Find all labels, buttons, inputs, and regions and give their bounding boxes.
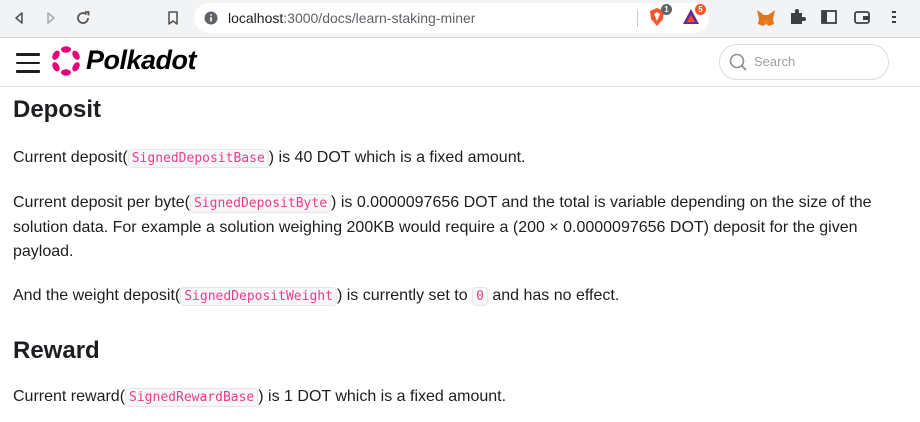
polkadot-logo-icon[interactable] (50, 45, 82, 77)
address-bar[interactable]: localhost:3000/docs/learn-staking-miner … (194, 3, 709, 33)
paragraph-deposit-byte: Current deposit per byte(SignedDepositBy… (13, 191, 903, 264)
text: Current reward( (13, 388, 126, 405)
inline-code: SignedDepositBase (127, 149, 269, 168)
menu-icon[interactable] (884, 7, 906, 29)
search-icon (728, 52, 748, 72)
site-logo-text[interactable]: Polkadot (86, 45, 197, 76)
browser-toolbar: localhost:3000/docs/learn-staking-miner … (0, 0, 920, 38)
back-icon[interactable] (8, 7, 30, 29)
bat-badge: 5 (695, 4, 706, 15)
text: ) is 40 DOT which is a fixed amount. (268, 149, 526, 166)
inline-code: SignedRewardBase (125, 388, 259, 407)
inline-code: SignedDepositWeight (180, 287, 337, 306)
reload-icon[interactable] (72, 7, 94, 29)
inline-code: 0 (472, 287, 488, 306)
url-divider (637, 10, 638, 27)
url-path: :3000/docs/learn-staking-miner (283, 10, 476, 26)
section-heading-reward: Reward (13, 337, 100, 364)
extensions-icon[interactable] (787, 7, 809, 29)
hamburger-menu-icon[interactable] (16, 53, 40, 73)
doc-content: Deposit Current deposit(SignedDepositBas… (13, 86, 903, 410)
text: ) is currently set to (336, 287, 473, 304)
wallet-icon[interactable] (852, 7, 874, 29)
text: Current deposit( (13, 149, 128, 166)
metamask-icon[interactable] (755, 7, 777, 29)
forward-icon[interactable] (40, 7, 62, 29)
text: ) is 1 DOT which is a fixed amount. (258, 388, 507, 405)
url-text: localhost:3000/docs/learn-staking-miner (228, 10, 475, 26)
section-heading-deposit: Deposit (13, 96, 102, 123)
text: And the weight deposit( (13, 287, 181, 304)
search-input[interactable]: Search (719, 44, 889, 80)
inline-code: SignedDepositByte (189, 194, 332, 213)
bookmark-icon[interactable] (162, 7, 184, 29)
paragraph-deposit-base: Current deposit(SignedDepositBase) is 40… (13, 146, 903, 171)
paragraph-reward-base: Current reward(SignedRewardBase) is 1 DO… (13, 385, 903, 410)
paragraph-deposit-weight: And the weight deposit(SignedDepositWeig… (13, 284, 903, 309)
url-host: localhost (228, 10, 284, 26)
text: Current deposit per byte( (13, 194, 190, 211)
search-placeholder: Search (754, 54, 796, 69)
brave-badge: 1 (661, 4, 672, 15)
brave-shields-icon[interactable]: 1 (647, 4, 672, 29)
text: and has no effect. (487, 287, 620, 304)
sidebar-icon[interactable] (819, 7, 841, 29)
bat-rewards-icon[interactable]: 5 (681, 4, 706, 29)
site-navbar: Polkadot Search (0, 38, 920, 87)
site-info-icon[interactable] (204, 11, 218, 30)
